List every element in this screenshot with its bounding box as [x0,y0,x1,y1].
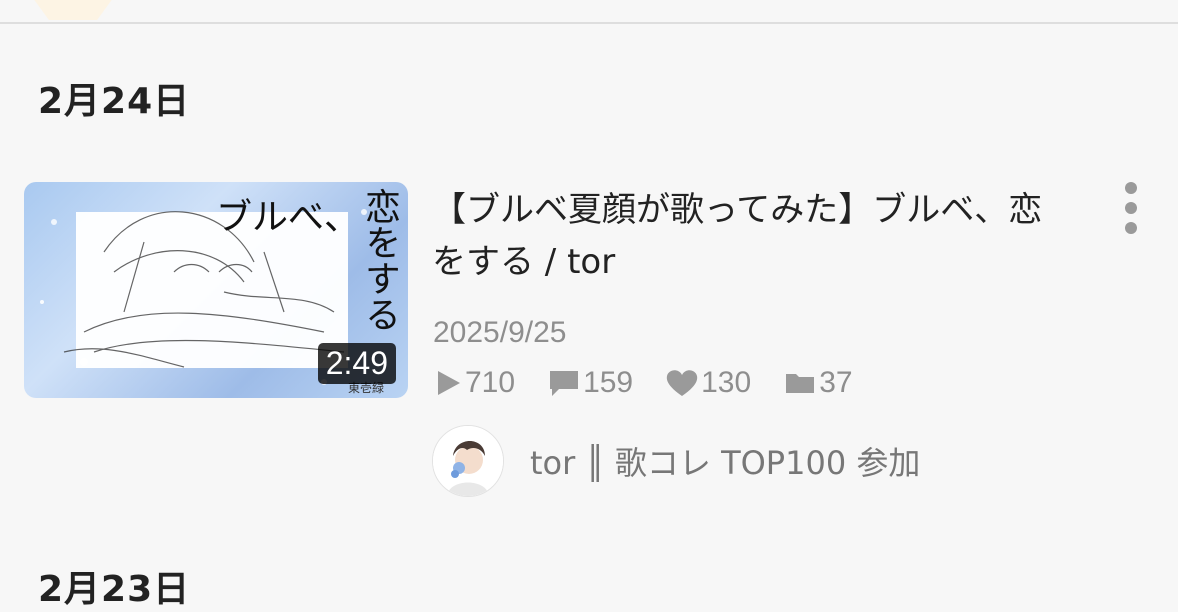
upload-date: 2025/9/25 [433,316,567,349]
more-vertical-icon[interactable] [1118,180,1144,236]
top-tab-decoration [30,0,116,20]
menu-dot [1125,182,1137,194]
date-heading: 2月24日 [38,81,191,122]
comments-count: 159 [583,366,634,399]
channel-name-link[interactable]: tor ║ 歌コレ TOP100 参加 [530,438,920,484]
play-icon [438,371,460,395]
heart-icon [666,370,698,396]
likes-stat: 130 [665,366,751,400]
video-title-link[interactable]: 【ブルベ夏顔が歌ってみた】ブルベ、恋をする / tor [432,184,1072,288]
comments-stat: 159 [547,366,633,400]
video-thumbnail[interactable]: 東壱緑 ブルべ、 恋をする 2:49 [24,182,408,398]
mylists-count: 37 [819,366,853,399]
comment-icon [550,371,579,396]
channel-avatar-image [433,426,503,496]
folder-icon [786,374,815,393]
menu-dot [1125,202,1137,214]
mylists-stat: 37 [783,366,853,400]
video-stats: 710 159 130 37 [433,366,885,400]
video-list-item[interactable]: 東壱緑 ブルべ、 恋をする 2:49 【ブルベ夏顔が歌ってみた】ブルベ、恋をする… [0,180,1178,510]
thumbnail-title-text: ブルべ、 [215,197,360,238]
channel-info[interactable]: tor ║ 歌コレ TOP100 参加 [432,425,920,497]
views-stat: 710 [433,366,515,400]
duration-badge: 2:49 [317,343,396,384]
date-heading: 2月23日 [38,569,191,610]
avatar[interactable] [432,425,504,497]
menu-dot [1125,222,1137,234]
top-bar [0,0,1178,24]
likes-count: 130 [701,366,752,399]
thumbnail-title-vertical-text: 恋をする [359,188,400,332]
views-count: 710 [465,366,516,399]
